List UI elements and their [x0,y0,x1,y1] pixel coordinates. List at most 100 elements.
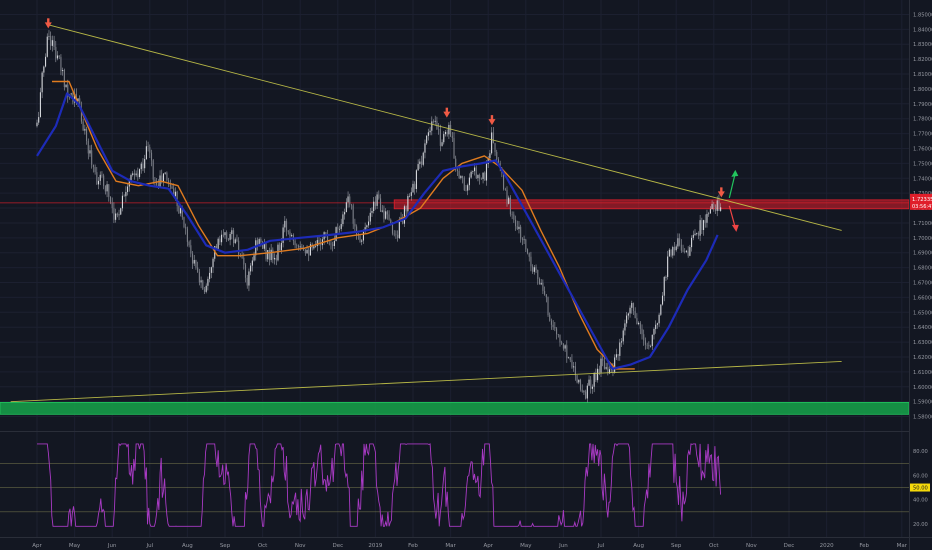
price-axis-panel[interactable] [909,0,932,550]
candle-body [422,152,424,165]
candle-body [473,167,476,172]
candle-body [60,56,62,71]
price-tick-label: 1.84000 [913,27,932,33]
candle-body [617,354,619,356]
candle-body [597,368,599,381]
candle-body [347,196,349,203]
candle-body [714,207,717,211]
price-tick-label: 1.69000 [913,251,932,257]
candle-body [689,247,691,256]
candle-body [656,323,658,325]
candle-body [397,234,399,239]
price-tick-label: 1.67000 [913,281,932,287]
candle-body [287,230,289,232]
price-tick-label: 1.63000 [913,340,932,346]
candle-body [444,131,447,135]
candle-body [267,250,269,260]
price-tick-label: 1.65000 [913,310,932,316]
candle-body [279,244,281,251]
candle-body [595,372,597,381]
candle-body [514,219,517,227]
candle-body [540,282,542,285]
candle-body [648,344,650,347]
candle-body [713,203,715,208]
time-tick-label: Feb [408,543,418,549]
candle-body [530,256,532,267]
candle-body [174,191,176,197]
time-tick-label: Dec [332,543,343,549]
chart-background [0,0,932,550]
candle-body [280,242,282,251]
candle-body [306,249,308,254]
candle-body [639,322,641,329]
candle-body [41,72,43,93]
candle-body [212,258,214,268]
candle-body [316,240,318,247]
candle-body [127,186,129,192]
candle-body [626,315,628,324]
candle-body [125,191,127,197]
candle-body [188,241,190,246]
candle-body [405,206,407,212]
candle-body [718,200,720,211]
candle-body [185,226,187,229]
price-chart[interactable]: 1.85000 1.84000 1.83000 1.82000 1.81000 1.800… [0,0,932,550]
candle-body [646,344,648,346]
candle-body [412,183,414,193]
candle-body [480,178,482,180]
candle-body [221,234,223,243]
candle-body [274,258,276,260]
candle-body [97,180,100,185]
candle-body [395,234,397,236]
candle-body [238,240,240,255]
candle-body [622,330,624,342]
candle-body [244,264,247,278]
candle-body [667,256,669,277]
candle-body [326,235,329,244]
candle-body [111,202,113,209]
peak-marker-stem [490,115,494,120]
candle-body [634,310,636,319]
price-tick-label: 1.83000 [913,42,932,48]
time-tick-label: Apr [483,543,493,549]
rsi-tick-label: 40.00 [913,498,928,504]
time-tick-label: 2019 [368,543,382,549]
candle-body [704,220,706,223]
candle-body [550,320,552,325]
candle-body [591,386,594,389]
candle-body [516,226,518,230]
candle-body [120,208,122,215]
candle-body [43,66,45,73]
candle-body [506,189,508,204]
candle-body [432,121,435,122]
candle-body [178,206,180,214]
candle-body [350,204,353,206]
candle-body [393,233,395,235]
candle-body [638,322,640,325]
candle-body [251,260,253,266]
candle-body [373,201,375,212]
candle-body [337,227,339,230]
candle-body [567,357,570,359]
candle-body [150,152,153,161]
candle-body [234,239,236,244]
price-tick-label: 1.61000 [913,370,932,376]
candle-body [376,194,378,206]
candle-body [492,132,494,144]
candle-body [55,46,57,59]
time-tick-label: Sep [220,543,231,549]
candle-body [48,36,50,37]
candle-body [427,132,429,136]
candle-body [92,164,94,168]
candle-body [56,55,59,59]
last-price-label: 1.72335 [912,197,932,203]
candle-body [545,294,547,298]
price-tick-label: 1.79000 [913,102,932,108]
time-tick-label: Sep [671,543,682,549]
candle-body [720,207,722,211]
candle-body [224,232,226,236]
candle-body [164,172,166,174]
candle-body [190,245,192,254]
candle-body [144,158,146,169]
peak-marker-stem [47,18,50,23]
